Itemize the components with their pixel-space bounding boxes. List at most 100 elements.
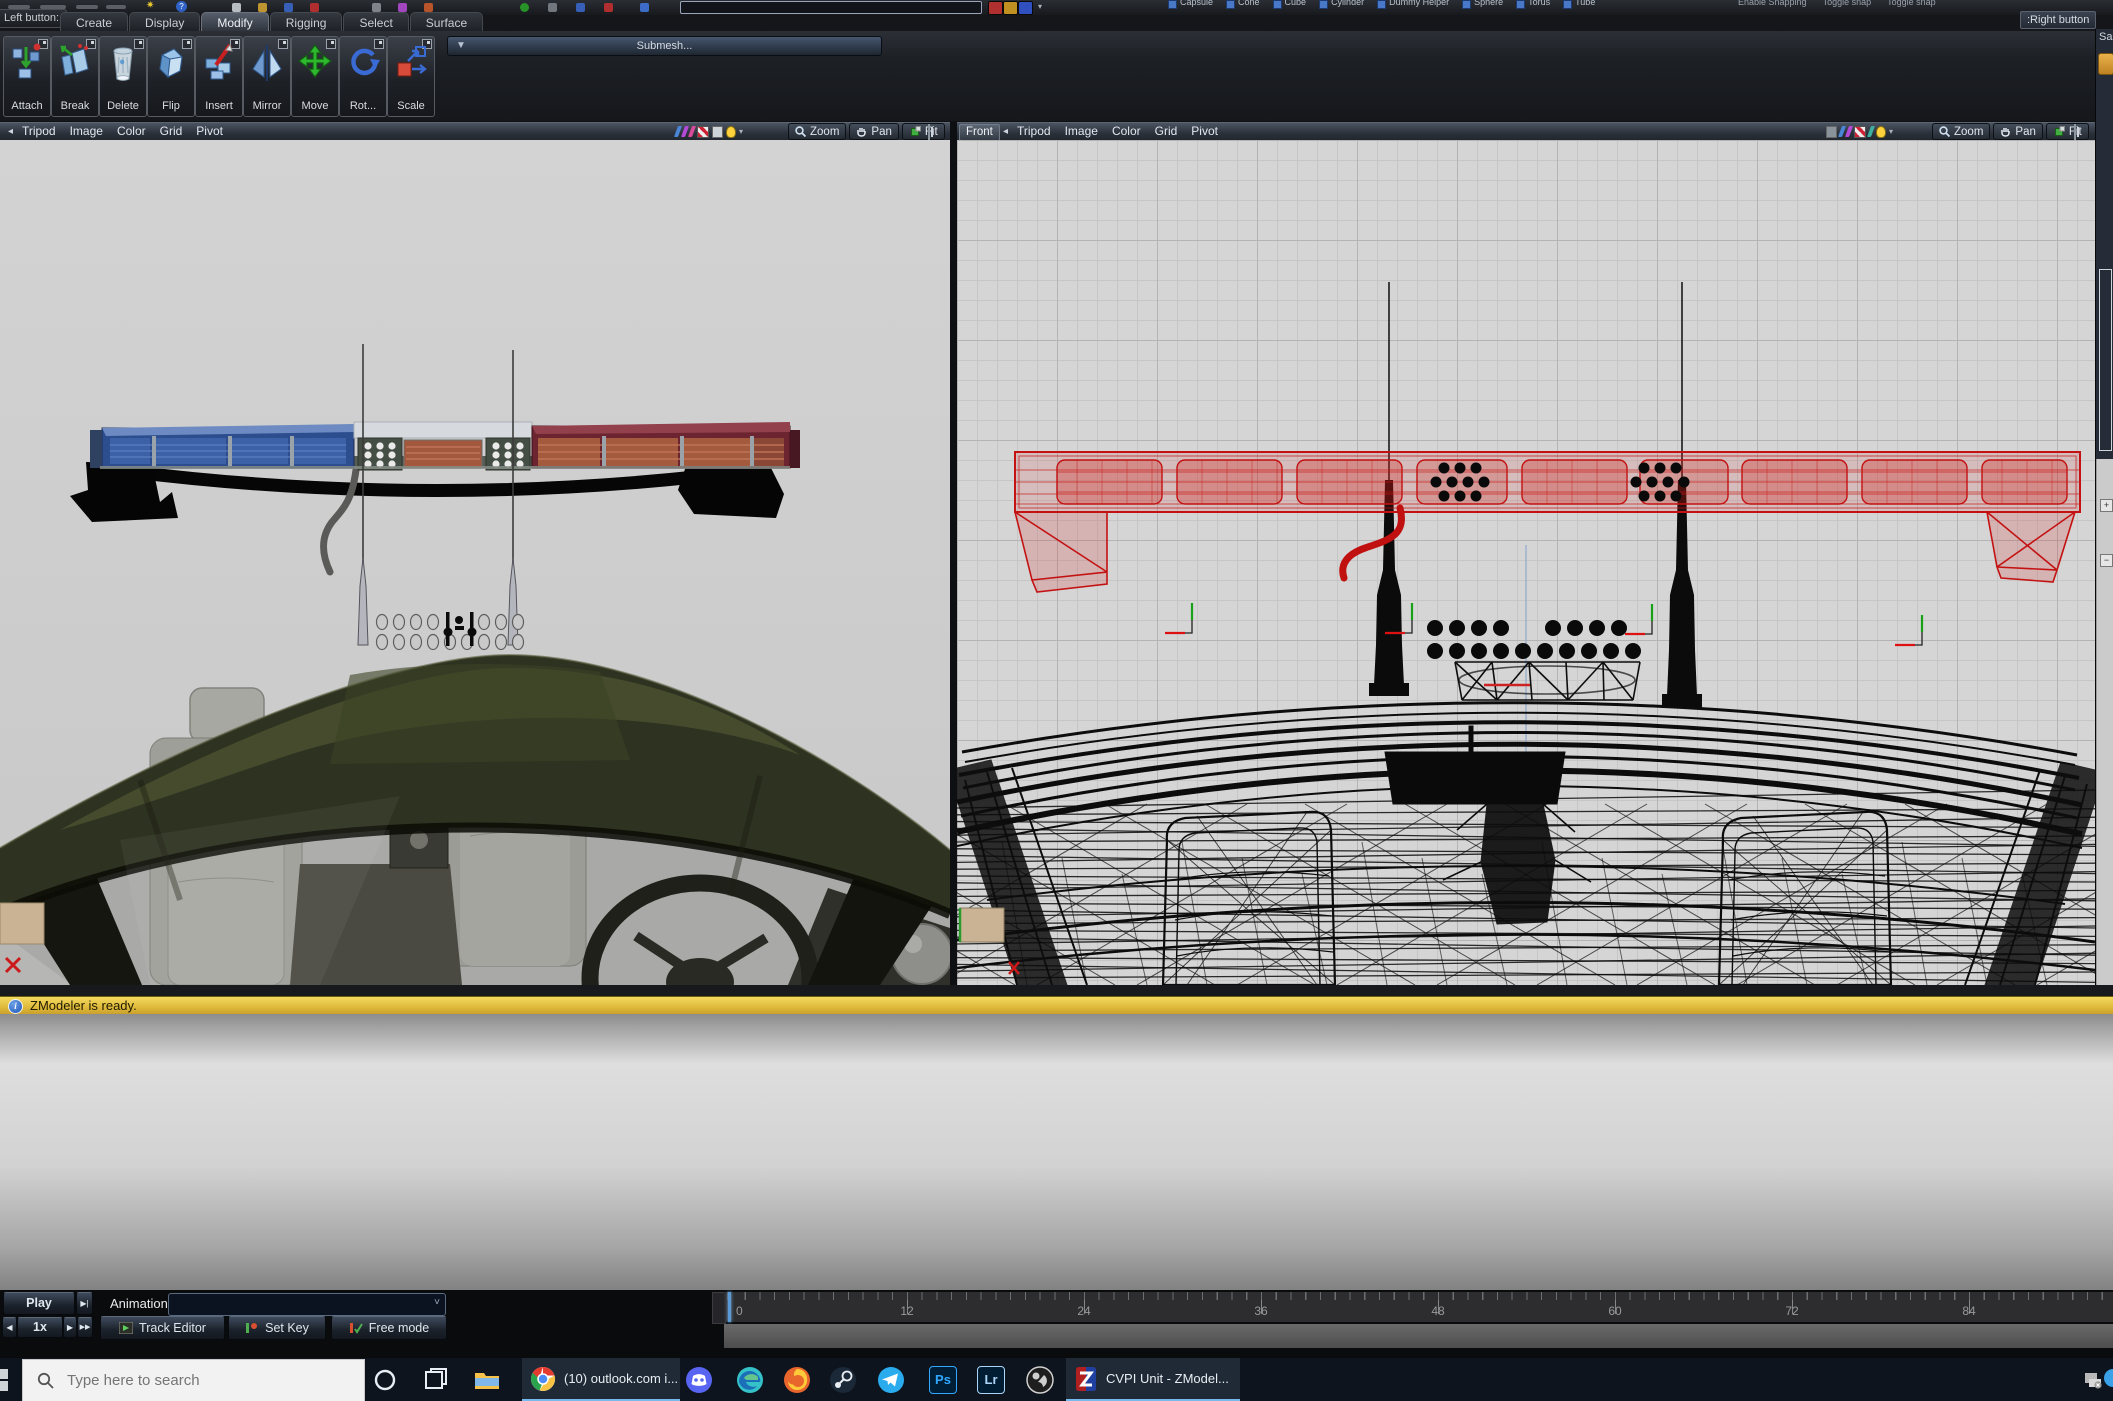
rotate-button[interactable]: Rot... <box>339 36 387 117</box>
move-button[interactable]: Move <box>291 36 339 117</box>
file-explorer-button[interactable] <box>464 1358 510 1401</box>
attach-button[interactable]: Attach <box>3 36 51 117</box>
search-input[interactable] <box>65 1371 349 1390</box>
tool-icon[interactable] <box>576 3 585 12</box>
telegram-button[interactable] <box>868 1358 914 1401</box>
tab-modify[interactable]: Modify <box>201 12 268 32</box>
tool-icon[interactable] <box>372 3 381 12</box>
tab-display[interactable]: Display <box>129 12 200 32</box>
pen-icon[interactable] <box>1867 126 1875 137</box>
wireframe-viewport[interactable] <box>957 140 2095 985</box>
shape-button[interactable]: Cube <box>1273 0 1307 9</box>
shape-button[interactable]: Sphere <box>1462 0 1503 9</box>
flat-shade-icon[interactable] <box>712 126 723 138</box>
selection-filter-input[interactable] <box>680 1 982 14</box>
speed-button[interactable]: 1x <box>17 1317 63 1338</box>
shape-button[interactable]: Cone <box>1226 0 1260 9</box>
texture-checker-icon[interactable] <box>1854 126 1866 138</box>
prev-frame-button[interactable]: ◀ <box>2 1317 17 1338</box>
scale-button[interactable]: Scale <box>387 36 435 117</box>
tool-icon[interactable] <box>548 3 557 12</box>
discord-button[interactable] <box>676 1358 722 1401</box>
menu-pivot[interactable]: Pivot <box>196 123 223 140</box>
obs-button[interactable] <box>1017 1358 1063 1401</box>
shape-button[interactable]: Torus <box>1516 0 1550 9</box>
save-icon[interactable] <box>284 3 293 12</box>
set-key-button[interactable]: Set Key <box>228 1316 326 1340</box>
new-file-icon[interactable] <box>232 3 241 12</box>
play-button[interactable]: Play <box>3 1292 75 1315</box>
menu-pivot[interactable]: Pivot <box>1191 123 1218 140</box>
tab-select[interactable]: Select <box>343 12 408 32</box>
chevron-left-icon[interactable]: ◂ <box>8 123 13 140</box>
maximize-viewport-button[interactable] <box>928 124 930 140</box>
track-editor-button[interactable]: Track Editor <box>100 1316 225 1340</box>
fast-forward-button[interactable]: ▶▶ <box>77 1317 93 1338</box>
taskbar-search[interactable] <box>22 1359 365 1401</box>
snap-button[interactable]: Toggle snap <box>1887 0 1936 11</box>
x-axis-button[interactable] <box>988 1 1003 15</box>
flip-button[interactable]: Flip <box>147 36 195 117</box>
z-axis-button[interactable] <box>1018 1 1033 15</box>
fit-button[interactable]: Fit <box>2046 123 2089 140</box>
panel-orange-button[interactable] <box>2098 53 2113 75</box>
texture-checker-icon[interactable] <box>697 126 709 138</box>
shaded-viewport[interactable] <box>0 140 950 985</box>
menu-color[interactable]: Color <box>117 123 146 140</box>
edge-button[interactable] <box>727 1358 773 1401</box>
delete-button[interactable]: Delete <box>99 36 147 117</box>
firefox-button[interactable] <box>774 1358 820 1401</box>
menu-tripod[interactable]: Tripod <box>22 123 56 140</box>
open-file-icon[interactable] <box>258 3 267 12</box>
menu-grid[interactable]: Grid <box>1155 123 1178 140</box>
tool-icon[interactable] <box>424 3 433 12</box>
zoom-button[interactable]: Zoom <box>1932 123 1990 140</box>
pen-icon[interactable] <box>688 126 696 137</box>
timeline-ruler[interactable]: 0 12 24 36 48 60 72 84 <box>724 1292 2113 1322</box>
lightbulb-icon[interactable] <box>726 126 736 138</box>
menu-color[interactable]: Color <box>1112 123 1141 140</box>
tool-icon[interactable] <box>310 3 319 12</box>
menu-tripod[interactable]: Tripod <box>1017 123 1051 140</box>
timeline-scroll-strip[interactable] <box>724 1324 2113 1348</box>
tree-collapse-icon[interactable]: − <box>2100 554 2113 567</box>
pan-button[interactable]: Pan <box>1993 123 2042 140</box>
lightbulb-icon[interactable] <box>1876 126 1886 138</box>
view-name-chip[interactable]: Front <box>959 124 1000 141</box>
chevron-down-icon[interactable]: ▾ <box>739 127 743 136</box>
pan-button[interactable]: Pan <box>849 123 898 140</box>
start-button[interactable] <box>0 1358 20 1401</box>
shape-button[interactable]: Capsule <box>1168 0 1213 9</box>
chevron-left-icon[interactable]: ◂ <box>1003 123 1008 140</box>
right-side-panel-clipped[interactable]: Sa + − <box>2095 29 2113 985</box>
y-axis-button[interactable] <box>1003 1 1018 15</box>
task-view-button[interactable] <box>413 1358 459 1401</box>
chevron-down-icon[interactable]: ▾ <box>1038 2 1042 11</box>
fit-button[interactable]: Fit <box>902 123 945 140</box>
mirror-button[interactable]: Mirror <box>243 36 291 117</box>
tool-icon[interactable] <box>398 3 407 12</box>
wireframe-mode-icon[interactable] <box>1826 126 1837 138</box>
viewport-splitter[interactable] <box>950 122 957 985</box>
tool-icon[interactable] <box>640 3 649 12</box>
tree-expand-icon[interactable]: + <box>2100 499 2113 512</box>
menu-fragment[interactable] <box>106 5 126 9</box>
step-forward-button[interactable]: ▶| <box>76 1292 93 1315</box>
tab-create[interactable]: Create <box>60 12 128 32</box>
shape-button[interactable]: Tube <box>1563 0 1595 9</box>
star-icon[interactable]: ✷ <box>146 0 154 11</box>
next-frame-button[interactable]: ▶ <box>63 1317 77 1338</box>
menu-image[interactable]: Image <box>1065 123 1098 140</box>
menu-fragment[interactable] <box>76 5 98 9</box>
timeline-cursor[interactable] <box>728 1292 731 1322</box>
zoom-button[interactable]: Zoom <box>788 123 846 140</box>
lightroom-button[interactable]: Lr <box>968 1358 1014 1401</box>
shape-button[interactable]: Cylinder <box>1319 0 1364 9</box>
chrome-task-button[interactable]: (10) outlook.com i... <box>522 1358 680 1401</box>
refresh-icon[interactable] <box>520 3 529 12</box>
maximize-viewport-button[interactable] <box>2074 124 2076 140</box>
cortana-button[interactable] <box>362 1358 408 1401</box>
animation-select[interactable]: ˅ <box>168 1293 446 1316</box>
insert-button[interactable]: Insert <box>195 36 243 117</box>
tab-rigging[interactable]: Rigging <box>270 12 343 32</box>
